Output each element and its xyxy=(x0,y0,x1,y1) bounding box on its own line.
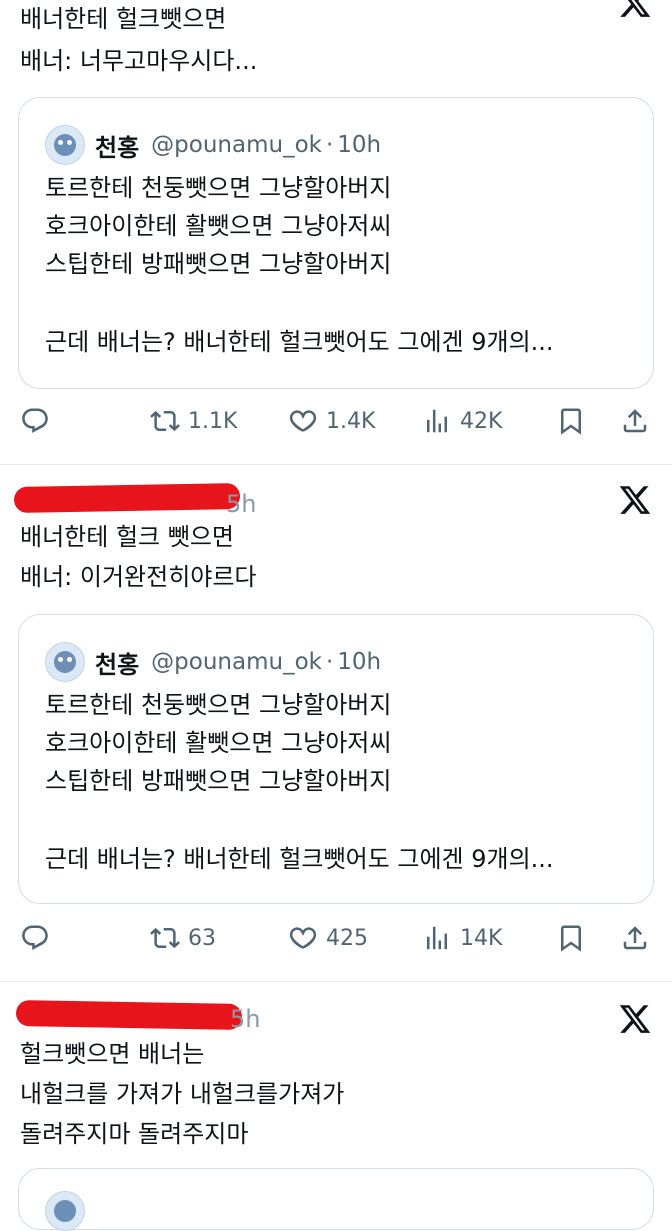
redacted-username xyxy=(13,483,241,513)
action-bar: 63 425 14K xyxy=(0,918,672,958)
post-text-line: 배너한테 헐크 뺏으면 xyxy=(20,523,234,551)
share-icon xyxy=(623,926,647,950)
quote-author-name[interactable]: 천홍 xyxy=(95,128,139,163)
views-button[interactable]: 14K xyxy=(422,918,502,958)
views-count: 14K xyxy=(460,925,503,951)
bookmark-button[interactable] xyxy=(556,918,586,958)
quote-author-name[interactable]: 천홍 xyxy=(95,645,139,680)
like-count: 425 xyxy=(326,925,368,951)
like-count: 1.4K xyxy=(326,408,376,434)
retweet-icon xyxy=(150,410,180,432)
views-icon xyxy=(427,926,447,950)
bookmark-icon xyxy=(561,925,581,952)
quote-text-line: 호크아이한테 활뺏으면 그냥아저씨 xyxy=(45,212,392,240)
retweet-count: 1.1K xyxy=(188,408,238,434)
retweet-button[interactable]: 63 xyxy=(150,918,216,958)
quote-text-line: 스팁한테 방패뺏으면 그냥할아버지 xyxy=(45,767,392,795)
post-text-line: 배너: 이거완전히야르다 xyxy=(20,563,257,591)
post-text-line: 내헐크를 가져가 내헐크를가져가 xyxy=(20,1080,345,1108)
like-icon xyxy=(289,410,317,432)
separator-dot: · xyxy=(325,649,334,675)
separator-dot: · xyxy=(325,132,334,158)
views-count: 42K xyxy=(460,408,503,434)
bookmark-button[interactable] xyxy=(556,401,586,441)
quote-text-line: 토르한테 천둥뺏으면 그냥할아버지 xyxy=(45,174,392,202)
x-logo-icon[interactable] xyxy=(618,0,652,20)
share-button[interactable] xyxy=(620,918,650,958)
post-text-line: 헐크뺏으면 배너는 xyxy=(20,1040,205,1068)
quote-header: 천홍 @pounamu_ok · 10h xyxy=(45,642,381,682)
x-logo-icon[interactable] xyxy=(618,483,652,517)
redacted-username xyxy=(15,1000,243,1030)
like-button[interactable]: 1.4K xyxy=(288,401,375,441)
quote-text-line: 호크아이한테 활뺏으면 그냥아저씨 xyxy=(45,729,392,757)
quote-timestamp[interactable]: 10h xyxy=(337,649,381,675)
quote-tweet[interactable]: 천홍 @pounamu_ok · 10h 토르한테 천둥뺏으면 그냥할아버지 호… xyxy=(18,614,654,904)
reply-icon xyxy=(22,925,48,950)
quote-header: 천홍 @pounamu_ok · 10h xyxy=(45,125,381,165)
quote-author-handle[interactable]: @pounamu_ok xyxy=(151,649,322,675)
reply-button[interactable] xyxy=(20,918,50,958)
quote-tweet[interactable] xyxy=(18,1168,654,1231)
post-text-line: 배너한테 헐크뺏으면 xyxy=(20,5,227,33)
post-text-line: 배너: 너무고마우시다... xyxy=(20,47,258,75)
quote-author-handle[interactable]: @pounamu_ok xyxy=(151,132,322,158)
reply-icon xyxy=(22,408,48,433)
action-bar: 1.1K 1.4K 42K xyxy=(0,401,672,441)
like-icon xyxy=(289,927,317,949)
quote-tweet[interactable]: 천홍 @pounamu_ok · 10h 토르한테 천둥뺏으면 그냥할아버지 호… xyxy=(18,97,654,389)
avatar[interactable] xyxy=(45,1191,85,1231)
post-text-line: 돌려주지마 돌려주지마 xyxy=(20,1120,249,1148)
views-icon xyxy=(427,409,447,433)
divider xyxy=(0,464,672,465)
quote-timestamp[interactable]: 10h xyxy=(337,132,381,158)
post-timestamp[interactable]: 5h xyxy=(230,1004,260,1034)
avatar[interactable] xyxy=(45,642,85,682)
share-button[interactable] xyxy=(620,401,650,441)
divider xyxy=(0,981,672,982)
x-logo-icon[interactable] xyxy=(618,1002,652,1036)
bookmark-icon xyxy=(561,408,581,435)
quote-text-line: 토르한테 천둥뺏으면 그냥할아버지 xyxy=(45,691,392,719)
avatar[interactable] xyxy=(45,125,85,165)
quote-text-line: 근데 배너는? 배너한테 헐크뺏어도 그에겐 9개의... xyxy=(45,845,554,873)
share-icon xyxy=(623,409,647,433)
retweet-icon xyxy=(150,927,180,949)
like-button[interactable]: 425 xyxy=(288,918,368,958)
views-button[interactable]: 42K xyxy=(422,401,502,441)
retweet-count: 63 xyxy=(188,925,216,951)
post-timestamp[interactable]: 5h xyxy=(226,489,256,519)
quote-text-line: 스팁한테 방패뺏으면 그냥할아버지 xyxy=(45,250,392,278)
quote-text-line: 근데 배너는? 배너한테 헐크뺏어도 그에겐 9개의... xyxy=(45,328,554,356)
reply-button[interactable] xyxy=(20,401,50,441)
retweet-button[interactable]: 1.1K xyxy=(150,401,237,441)
